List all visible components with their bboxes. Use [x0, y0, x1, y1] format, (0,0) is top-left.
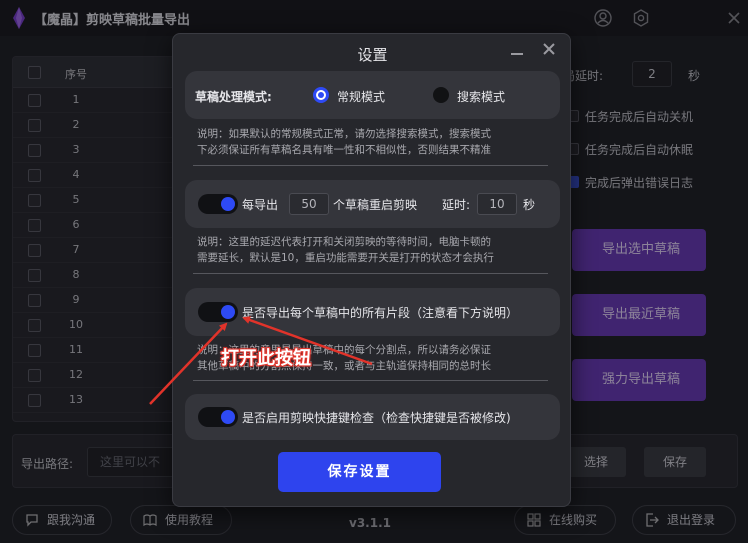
annotation-label: 打开此按钮: [221, 348, 311, 369]
annotation-arrows: [149, 316, 373, 405]
